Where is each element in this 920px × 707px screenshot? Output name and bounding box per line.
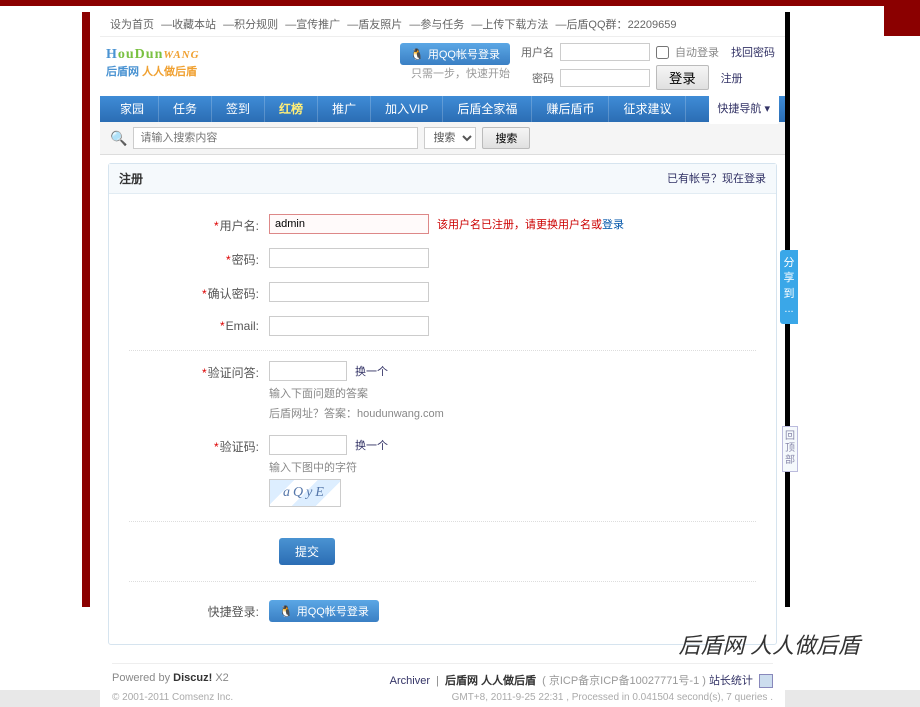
back-to-top[interactable]: 回顶部 [782,426,798,472]
register-link[interactable]: 注册 [721,70,743,86]
search-type-select[interactable]: 搜索 [424,127,476,149]
panel-title: 注册 [119,170,143,187]
reg-password-input[interactable] [269,248,429,268]
site-logo[interactable]: HouDunWANG 后盾网 人人做后盾 [106,47,256,87]
reg-question-input[interactable] [269,361,347,381]
captcha-image[interactable]: aQyE [269,479,341,507]
share-tab[interactable]: 分享到 ... [780,250,798,324]
topbar-link[interactable]: —盾友照片 [347,19,402,31]
topbar-text: —后盾QQ群： [555,19,627,31]
icp-text: ( 京ICP备京ICP备10027771号-1 ) [542,675,706,687]
qq-login-hint: 只需一步，快速开始 [400,65,510,81]
site-name-link[interactable]: 后盾网 人人做后盾 [445,675,536,687]
main-nav: 家园 任务 签到 红榜 推广 加入VIP 后盾全家福 赚后盾币 征求建议 快捷导… [100,96,785,122]
nav-item-home[interactable]: 家园 [106,96,159,122]
username-error: 该用户名已注册，请更换用户名或登录 [437,216,624,232]
copyright-text: © 2001-2011 Comsenz Inc. [112,692,233,703]
reg-username-input[interactable] [269,214,429,234]
quick-login-label: 快捷登录: [129,603,269,620]
topbar: 设为首页 —收藏本站 —积分规则 —宣传推广 —盾友照片 —参与任务 —上传下载… [100,12,785,37]
captcha-hint: 输入下图中的字符 [269,459,388,475]
reg-email-label: Email: [226,319,259,333]
password-input[interactable] [560,69,650,87]
reg-password2-input[interactable] [269,282,429,302]
reg-password2-label: 确认密码: [208,287,259,301]
search-input[interactable] [133,127,418,149]
nav-item-family[interactable]: 后盾全家福 [443,96,532,122]
reg-username-label: 用户名: [220,219,259,233]
auto-login-checkbox[interactable] [656,46,669,59]
search-button[interactable]: 搜索 [482,127,530,149]
reg-captcha-input[interactable] [269,435,347,455]
discuz-link[interactable]: Discuz! [173,672,212,684]
qq-group-number: 22209659 [628,19,677,31]
reg-captcha-label: 验证码: [220,440,259,454]
reg-email-input[interactable] [269,316,429,336]
stats-link[interactable]: 站长统计 [709,675,753,687]
username-input[interactable] [560,43,650,61]
topbar-link[interactable]: —参与任务 [409,19,464,31]
topbar-link[interactable]: —上传下载方法 [471,19,548,31]
quick-nav-button[interactable]: 快捷导航 ▾ [709,94,779,124]
username-label: 用户名 [520,44,554,60]
reg-question-label: 验证问答: [208,366,259,380]
qq-login-button[interactable]: 🐧 用QQ帐号登录 [400,43,510,65]
nav-item-signin[interactable]: 签到 [212,96,265,122]
question-hint2: 后盾网址？答案：houdunwang.com [269,405,444,421]
forgot-password-link[interactable]: 找回密码 [731,44,775,60]
login-button[interactable]: 登录 [656,65,709,90]
question-hint1: 输入下面问题的答案 [269,385,444,401]
nav-item-coin[interactable]: 赚后盾币 [532,96,609,122]
login-now-link[interactable]: 现在登录 [722,173,766,185]
qq-icon: 🐧 [410,48,424,61]
search-icon: 🔍 [110,130,127,147]
quick-qq-login-button[interactable]: 🐧 用QQ帐号登录 [269,600,379,622]
username-error-login-link[interactable]: 登录 [602,219,624,231]
slide-caption: 后盾网 人人做后盾 [678,628,860,660]
archiver-link[interactable]: Archiver [390,675,430,687]
nav-item-promo[interactable]: 推广 [318,96,371,122]
topbar-link[interactable]: 设为首页 [110,19,154,31]
topbar-link[interactable]: —收藏本站 [161,19,216,31]
has-account-text: 已有帐号？ [667,173,722,185]
nav-item-task[interactable]: 任务 [159,96,212,122]
nav-item-vip[interactable]: 加入VIP [371,96,443,122]
topbar-link[interactable]: —积分规则 [223,19,278,31]
gmt-text: GMT+8, 2011-9-25 22:31 , Processed in 0.… [452,692,773,703]
qq-icon: 🐧 [279,605,293,618]
auto-login-label: 自动登录 [675,44,719,60]
nav-item-suggest[interactable]: 征求建议 [609,96,686,122]
reg-password-label: 密码: [232,253,259,267]
cnzz-icon[interactable] [759,674,773,688]
nav-item-hongbang[interactable]: 红榜 [265,96,318,122]
password-label: 密码 [520,70,554,86]
submit-button[interactable]: 提交 [279,538,335,565]
captcha-refresh-link[interactable]: 换一个 [355,437,388,453]
topbar-link[interactable]: —宣传推广 [285,19,340,31]
powered-by-text: Powered by [112,672,173,684]
question-refresh-link[interactable]: 换一个 [355,363,388,379]
